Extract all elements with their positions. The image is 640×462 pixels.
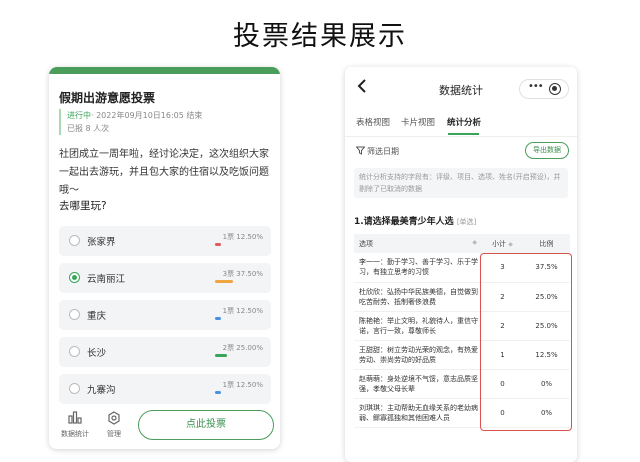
option-cell: 李一一：勤于学习、善于学习、乐于学习，有独立思考的习惯: [354, 253, 482, 283]
vote-description: 社团成立一周年啦，经讨论决定，这次组织大家一起出去游玩，并且包大家的住宿以及吃饭…: [59, 149, 269, 196]
option-list: 张家界 1票 12.50% 云南丽江 3票 37.50% 重庆 1票 12.50…: [59, 226, 271, 411]
option-label: 云南丽江: [87, 274, 126, 285]
vote-option[interactable]: 重庆 1票 12.50%: [59, 300, 271, 330]
option-label: 长沙: [87, 348, 107, 359]
question-type-tag: [单选]: [456, 218, 477, 226]
vote-option[interactable]: 云南丽江 3票 37.50%: [59, 263, 271, 293]
manage-label: 管理: [107, 430, 121, 438]
option-cell: 杜欣欣：弘扬中华民族美德，自觉做到吃苦耐劳、抵制奢侈浪费: [354, 282, 482, 312]
progress-fill: [215, 391, 221, 394]
highlight-box: [480, 253, 572, 431]
vote-option[interactable]: 张家界 1票 12.50%: [59, 226, 271, 256]
tab-statistics[interactable]: 统计分析: [447, 116, 481, 128]
option-stat: 3票 37.50%: [222, 270, 263, 278]
status-badge: 进行中: [67, 111, 91, 120]
gear-icon: [94, 411, 134, 429]
capsule-menu: •••: [519, 79, 569, 99]
vote-option[interactable]: 长沙 2票 25.00%: [59, 337, 271, 367]
manage-tab[interactable]: 管理: [94, 411, 134, 439]
progress-fill: [215, 280, 233, 283]
option-stat: 2票 25.00%: [222, 344, 263, 352]
radio-button[interactable]: [69, 272, 80, 283]
vote-title: 假期出游意愿投票: [59, 91, 156, 105]
option-cell: 刘琪琪：主动帮助无血缘关系的老幼病弱、鳏寡孤独和其他困难人员: [354, 398, 482, 428]
option-label: 九寨沟: [87, 385, 116, 396]
radio-button[interactable]: [69, 235, 80, 246]
radio-button[interactable]: [69, 309, 80, 320]
radio-button[interactable]: [69, 383, 80, 394]
filter-icon[interactable]: [355, 146, 366, 157]
option-progress-bar: [215, 391, 263, 394]
header-ratio: 比例: [523, 234, 570, 253]
tab-card-view[interactable]: 卡片视图: [401, 116, 435, 128]
option-stat: 1票 12.50%: [222, 307, 263, 315]
vote-meta: 进行中· 2022年09月10日16:05 结束 已报 8 人次: [59, 109, 202, 135]
stats-notice: 统计分析支持的字段有：评级、项目、选项、姓名(开启预设)，并剔除了已取消的数据: [354, 168, 568, 198]
more-icon[interactable]: •••: [528, 81, 544, 92]
vote-option[interactable]: 九寨沟 1票 12.50%: [59, 374, 271, 404]
table-header-row: 选项 ◆ 小计 ◆ 比例: [354, 234, 570, 253]
bar-chart-icon: [55, 411, 95, 429]
option-progress-bar: [215, 243, 263, 246]
end-time: · 2022年09月10日16:05 结束: [91, 111, 203, 120]
option-progress-bar: [215, 317, 263, 320]
sort-icon: ◆: [472, 238, 477, 246]
question-title: 1.请选择最美青少年人选 [单选]: [354, 214, 476, 227]
header-option[interactable]: 选项 ◆: [354, 234, 482, 253]
progress-fill: [215, 354, 227, 357]
close-target-icon[interactable]: [549, 83, 561, 95]
option-progress-bar: [215, 280, 263, 283]
header-count[interactable]: 小计 ◆: [482, 234, 523, 253]
export-button[interactable]: 导出数据: [525, 142, 569, 159]
vote-card: 假期出游意愿投票 进行中· 2022年09月10日16:05 结束 已报 8 人…: [49, 67, 280, 449]
progress-fill: [215, 243, 221, 246]
option-progress-bar: [215, 354, 263, 357]
stats-label: 数据统计: [61, 430, 89, 438]
tab-table-view[interactable]: 表格视图: [356, 116, 390, 128]
vote-question: 去哪里玩?: [59, 200, 107, 212]
progress-fill: [215, 317, 221, 320]
view-tabs: 表格视图 卡片视图 统计分析: [345, 111, 577, 137]
option-cell: 赵萌萌：身处逆境不气馁，意志品质坚强，孝敬父母长辈: [354, 369, 482, 399]
option-stat: 1票 12.50%: [222, 233, 263, 241]
stats-tab[interactable]: 数据统计: [55, 411, 95, 439]
active-tab-indicator: [448, 133, 479, 135]
option-label: 张家界: [87, 237, 116, 248]
filter-date-label[interactable]: 筛选日期: [367, 146, 399, 157]
nav-bar: 数据统计 •••: [345, 67, 577, 111]
radio-button[interactable]: [69, 346, 80, 357]
option-stat: 1票 12.50%: [222, 381, 263, 389]
participant-count: 已报 8 人次: [67, 124, 110, 133]
card-top-bar: [49, 67, 280, 74]
vote-button[interactable]: 点此投票: [138, 410, 274, 440]
option-label: 重庆: [87, 311, 107, 322]
page-title: 投票结果展示: [233, 21, 407, 52]
sort-icon: ◆: [508, 240, 513, 248]
card-footer: 数据统计 管理 点此投票: [49, 407, 280, 449]
option-cell: 陈艳艳：举止文明，礼貌待人，重信守诺，言行一致，尊敬师长: [354, 311, 482, 341]
filter-row: 筛选日期 导出数据: [345, 137, 577, 165]
question-text: 1.请选择最美青少年人选: [354, 217, 454, 227]
option-cell: 王甜甜：树立劳动光荣的观念，有热爱劳动、崇尚劳动的好品质: [354, 340, 482, 370]
